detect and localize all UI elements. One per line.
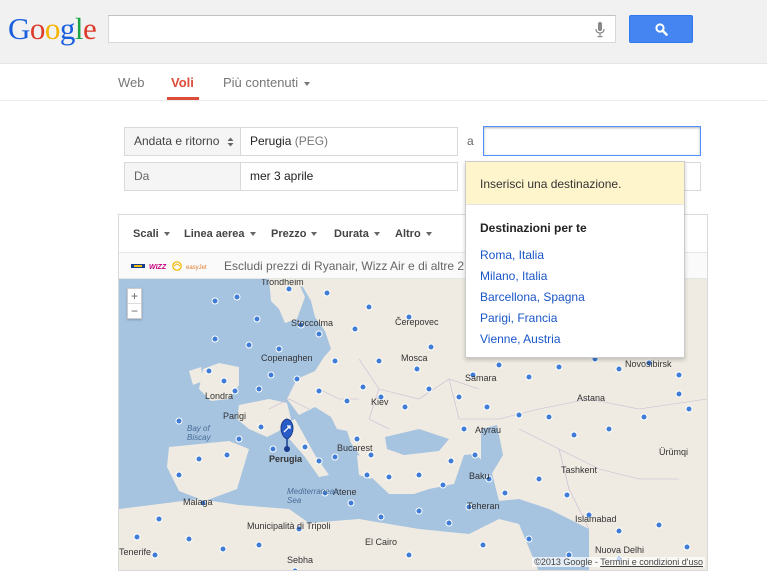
map-label-astana: Astana [577, 393, 605, 403]
chevron-down-icon [311, 232, 318, 237]
map-label-cherepovets: Čerepovec [395, 317, 439, 327]
nav-tabs: Web Voli Più contenuti [0, 64, 767, 101]
map-label-kiev: Kiev [371, 397, 389, 407]
map-copyright: ©2013 Google - Termini e condizioni d'us… [532, 557, 705, 567]
logo-letter: o [44, 11, 61, 46]
chevron-down-icon [425, 232, 432, 237]
logo-letter: l [74, 11, 84, 46]
map-label-novosibirsk: Novosibirsk [625, 359, 672, 369]
filter-other[interactable]: Altro [395, 228, 432, 240]
trip-type-select[interactable]: Andata e ritorno [124, 127, 241, 156]
filter-duration[interactable]: Durata [334, 228, 380, 240]
chevron-down-icon [249, 232, 256, 237]
map-label-samara: Samara [465, 373, 497, 383]
map-label-sebha: Sebha [287, 555, 313, 565]
filter-airline[interactable]: Linea aerea [184, 228, 256, 240]
zoom-out-button[interactable]: − [128, 304, 141, 319]
filter-stops[interactable]: Scali [133, 228, 170, 240]
map-label-cairo: El Cairo [365, 537, 397, 547]
logo-letter: G [8, 11, 30, 46]
zoom-control: + − [127, 288, 142, 319]
filter-duration-label: Durata [334, 228, 369, 240]
microphone-icon[interactable] [595, 22, 605, 38]
logo-letter: o [29, 11, 46, 46]
map-label-bay-of-biscay: Bay of Biscay [187, 424, 212, 442]
dropdown-item-barcelona[interactable]: Barcellona, Spagna [480, 290, 585, 304]
filter-other-label: Altro [395, 228, 421, 240]
dropdown-hint: Inserisci una destinazione. [466, 162, 684, 205]
origin-code: (PEG) [294, 134, 329, 148]
active-tab-indicator [167, 97, 199, 100]
origin-field[interactable]: Perugia (PEG) [240, 127, 458, 156]
map-label-tripoli: Municipalità di Tripoli [247, 521, 331, 531]
from-label: Da [124, 162, 241, 191]
chevron-down-icon [373, 232, 380, 237]
tab-more-label: Più contenuti [223, 75, 299, 90]
logo-letter: g [59, 11, 76, 46]
map-label-tehran: Teheran [467, 501, 500, 511]
filter-price-label: Prezzo [271, 228, 307, 240]
departure-date-field[interactable]: mer 3 aprile [240, 162, 458, 191]
map-label-islamabad: Islamabad [575, 514, 617, 524]
svg-text:easyJet: easyJet [186, 265, 207, 271]
map-label-malaga: Malaga [183, 497, 213, 507]
map-label-perugia: Perugia [269, 454, 303, 464]
tab-web[interactable]: Web [118, 75, 145, 90]
logo-letter: e [83, 11, 97, 46]
header: Google [0, 0, 767, 64]
destination-input[interactable] [483, 126, 701, 156]
chevron-down-icon [163, 232, 170, 237]
destination-dropdown: Inserisci una destinazione. Destinazioni… [465, 161, 685, 358]
dropdown-item-paris[interactable]: Parigi, Francia [480, 311, 557, 325]
google-logo[interactable]: Google [8, 11, 97, 46]
dropdown-title: Destinazioni per te [480, 221, 587, 235]
map-label-london: Londra [205, 391, 233, 401]
tab-flights[interactable]: Voli [171, 75, 194, 90]
map-label-urumqi: Ürümqi [659, 447, 688, 457]
dropdown-item-vienna[interactable]: Vienne, Austria [480, 332, 561, 346]
airline-logos-icon: WIZZ easyJet [131, 261, 207, 271]
filter-airline-label: Linea aerea [184, 228, 245, 240]
terms-link[interactable]: Termini e condizioni d'uso [600, 557, 703, 567]
search-input[interactable] [108, 15, 616, 43]
map-label-baku: Baku [469, 471, 490, 481]
dropdown-item-milan[interactable]: Milano, Italia [480, 269, 547, 283]
map-label-paris: Parigi [223, 411, 246, 421]
svg-text:WIZZ: WIZZ [149, 264, 167, 271]
map-label-tenerife: Tenerife [119, 547, 151, 557]
map-label-new-delhi: Nuova Delhi [595, 545, 644, 555]
filter-price[interactable]: Prezzo [271, 228, 318, 240]
zoom-in-button[interactable]: + [128, 289, 141, 304]
map-label-copenhagen: Copenaghen [261, 353, 313, 363]
search-button[interactable] [629, 15, 693, 43]
updown-arrows-icon [227, 137, 234, 147]
tab-more[interactable]: Più contenuti [223, 75, 311, 90]
map-label-moscow: Mosca [401, 353, 428, 363]
origin-city: Perugia [250, 134, 292, 148]
to-label: a [467, 134, 474, 148]
map-label-trondheim: Trondheim [261, 279, 304, 287]
copyright-text: ©2013 Google - [534, 557, 601, 567]
map-label-atyrau: Atyrau [475, 425, 501, 435]
map-label-tashkent: Tashkent [561, 465, 598, 475]
search-icon [655, 23, 668, 36]
dropdown-item-rome[interactable]: Roma, Italia [480, 248, 544, 262]
map-label-stockholm: Stoccolma [291, 318, 333, 328]
map-label-bucharest: Bucarest [337, 443, 373, 453]
filter-stops-label: Scali [133, 228, 159, 240]
chevron-down-icon [304, 81, 311, 86]
trip-type-value: Andata e ritorno [134, 134, 220, 148]
exclude-airlines-text: Escludi prezzi di Ryanair, Wizz Air e di… [224, 259, 481, 273]
